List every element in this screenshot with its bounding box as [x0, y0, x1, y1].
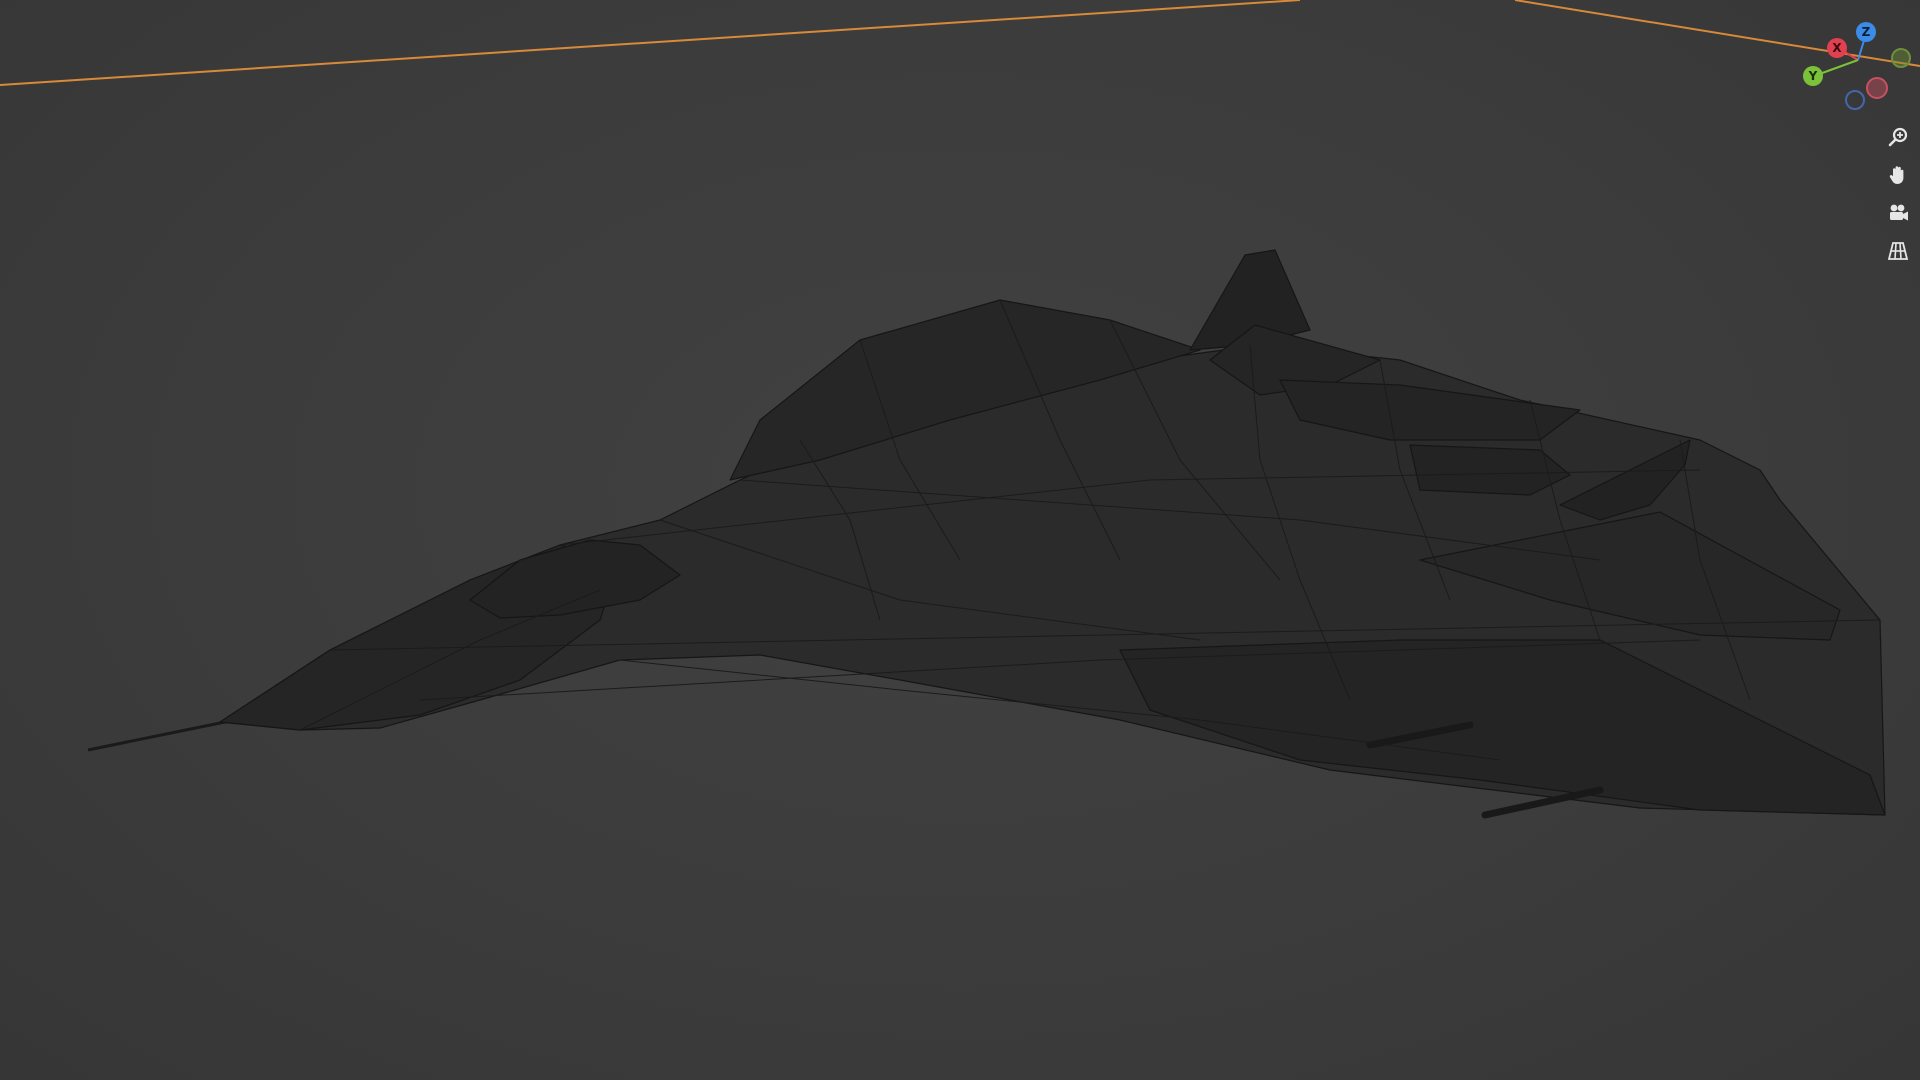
- scene-canvas[interactable]: [0, 0, 1920, 1080]
- 3d-viewport[interactable]: Z X Y: [0, 0, 1920, 1080]
- x-axis-label: X: [1832, 41, 1842, 55]
- neg-y-axis-handle[interactable]: [1891, 48, 1911, 68]
- perspective-toggle-button[interactable]: [1881, 234, 1915, 268]
- zoom-icon: [1888, 127, 1908, 147]
- camera-icon: [1890, 204, 1908, 221]
- navigation-gizmo[interactable]: Z X Y: [1790, 18, 1920, 118]
- z-axis-label: Z: [1862, 25, 1871, 39]
- camera-view-button[interactable]: [1881, 196, 1915, 230]
- aircraft-wireframe[interactable]: [87, 249, 1886, 819]
- neg-x-axis-handle[interactable]: [1866, 77, 1888, 99]
- pan-button[interactable]: [1881, 158, 1915, 192]
- neg-z-axis-handle[interactable]: [1845, 90, 1865, 110]
- x-axis-line: [0, 0, 1301, 86]
- perspective-grid-icon: [1887, 242, 1909, 260]
- hand-pan-icon: [1889, 166, 1904, 184]
- y-axis-label: Y: [1808, 69, 1818, 83]
- viewport-nav-tools: [1881, 120, 1917, 272]
- zoom-button[interactable]: [1881, 120, 1915, 154]
